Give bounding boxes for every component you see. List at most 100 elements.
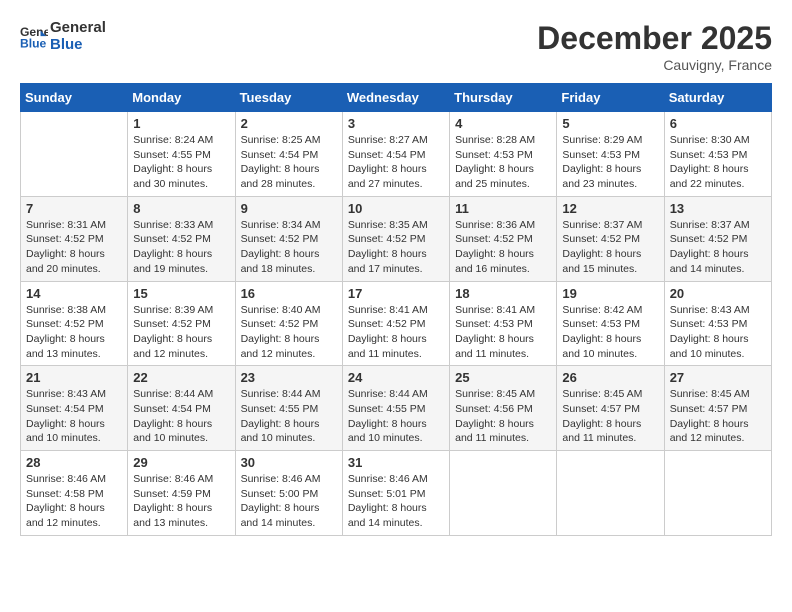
day-number: 14	[26, 286, 122, 301]
day-number: 9	[241, 201, 337, 216]
day-info: Sunrise: 8:34 AMSunset: 4:52 PMDaylight:…	[241, 218, 337, 277]
calendar-cell: 15Sunrise: 8:39 AMSunset: 4:52 PMDayligh…	[128, 281, 235, 366]
week-row-3: 14Sunrise: 8:38 AMSunset: 4:52 PMDayligh…	[21, 281, 772, 366]
day-info: Sunrise: 8:45 AMSunset: 4:57 PMDaylight:…	[562, 387, 658, 446]
day-info: Sunrise: 8:30 AMSunset: 4:53 PMDaylight:…	[670, 133, 766, 192]
col-header-monday: Monday	[128, 84, 235, 112]
day-info: Sunrise: 8:46 AMSunset: 5:01 PMDaylight:…	[348, 472, 444, 531]
calendar-cell: 19Sunrise: 8:42 AMSunset: 4:53 PMDayligh…	[557, 281, 664, 366]
week-row-4: 21 Sunrise: 8:43 AMSunset: 4:54 PMDayligh…	[21, 366, 772, 451]
calendar-cell	[664, 451, 771, 536]
calendar-table: SundayMondayTuesdayWednesdayThursdayFrid…	[20, 83, 772, 536]
day-number: 23	[241, 370, 337, 385]
day-info: Sunrise: 8:46 AMSunset: 4:58 PMDaylight:…	[26, 472, 122, 531]
day-number: 3	[348, 116, 444, 131]
day-number: 20	[670, 286, 766, 301]
col-header-tuesday: Tuesday	[235, 84, 342, 112]
calendar-cell: 11 Sunrise: 8:36 AMSunset: 4:52 PMDayligh…	[450, 196, 557, 281]
calendar-cell	[557, 451, 664, 536]
calendar-cell	[21, 112, 128, 197]
logo: General Blue General Blue	[20, 20, 106, 53]
day-number: 6	[670, 116, 766, 131]
day-number: 15	[133, 286, 229, 301]
day-info: Sunrise: 8:27 AMSunset: 4:54 PMDaylight:…	[348, 133, 444, 192]
day-number: 31	[348, 455, 444, 470]
calendar-cell: 18 Sunrise: 8:41 AMSunset: 4:53 PMDayligh…	[450, 281, 557, 366]
calendar-cell: 25Sunrise: 8:45 AMSunset: 4:56 PMDayligh…	[450, 366, 557, 451]
day-number: 13	[670, 201, 766, 216]
day-info: Sunrise: 8:44 AMSunset: 4:55 PMDaylight:…	[348, 387, 444, 446]
day-info: Sunrise: 8:25 AMSunset: 4:54 PMDaylight:…	[241, 133, 337, 192]
calendar-cell: 14Sunrise: 8:38 AMSunset: 4:52 PMDayligh…	[21, 281, 128, 366]
col-header-thursday: Thursday	[450, 84, 557, 112]
day-info: Sunrise: 8:40 AMSunset: 4:52 PMDaylight:…	[241, 303, 337, 362]
calendar-cell: 26 Sunrise: 8:45 AMSunset: 4:57 PMDayligh…	[557, 366, 664, 451]
day-info: Sunrise: 8:45 AMSunset: 4:56 PMDaylight:…	[455, 387, 551, 446]
col-header-wednesday: Wednesday	[342, 84, 449, 112]
day-number: 7	[26, 201, 122, 216]
calendar-cell: 30Sunrise: 8:46 AMSunset: 5:00 PMDayligh…	[235, 451, 342, 536]
day-number: 5	[562, 116, 658, 131]
calendar-cell: 5Sunrise: 8:29 AMSunset: 4:53 PMDaylight…	[557, 112, 664, 197]
week-row-2: 7 Sunrise: 8:31 AMSunset: 4:52 PMDaylight…	[21, 196, 772, 281]
day-number: 26	[562, 370, 658, 385]
day-number: 11	[455, 201, 551, 216]
day-number: 22	[133, 370, 229, 385]
calendar-cell	[450, 451, 557, 536]
calendar-cell: 31 Sunrise: 8:46 AMSunset: 5:01 PMDayligh…	[342, 451, 449, 536]
calendar-cell: 3 Sunrise: 8:27 AMSunset: 4:54 PMDaylight…	[342, 112, 449, 197]
day-info: Sunrise: 8:37 AMSunset: 4:52 PMDaylight:…	[670, 218, 766, 277]
day-number: 24	[348, 370, 444, 385]
calendar-cell: 8 Sunrise: 8:33 AMSunset: 4:52 PMDaylight…	[128, 196, 235, 281]
calendar-cell: 6 Sunrise: 8:30 AMSunset: 4:53 PMDaylight…	[664, 112, 771, 197]
calendar-cell: 28 Sunrise: 8:46 AMSunset: 4:58 PMDayligh…	[21, 451, 128, 536]
col-header-friday: Friday	[557, 84, 664, 112]
calendar-cell: 21 Sunrise: 8:43 AMSunset: 4:54 PMDayligh…	[21, 366, 128, 451]
day-number: 10	[348, 201, 444, 216]
calendar-cell: 29Sunrise: 8:46 AMSunset: 4:59 PMDayligh…	[128, 451, 235, 536]
calendar-cell: 22Sunrise: 8:44 AMSunset: 4:54 PMDayligh…	[128, 366, 235, 451]
calendar-cell: 13 Sunrise: 8:37 AMSunset: 4:52 PMDayligh…	[664, 196, 771, 281]
day-number: 19	[562, 286, 658, 301]
day-info: Sunrise: 8:36 AMSunset: 4:52 PMDaylight:…	[455, 218, 551, 277]
day-number: 27	[670, 370, 766, 385]
day-info: Sunrise: 8:45 AMSunset: 4:57 PMDaylight:…	[670, 387, 766, 446]
day-info: Sunrise: 8:46 AMSunset: 4:59 PMDaylight:…	[133, 472, 229, 531]
week-row-1: 1Sunrise: 8:24 AMSunset: 4:55 PMDaylight…	[21, 112, 772, 197]
day-number: 30	[241, 455, 337, 470]
day-number: 2	[241, 116, 337, 131]
calendar-cell: 24 Sunrise: 8:44 AMSunset: 4:55 PMDayligh…	[342, 366, 449, 451]
day-info: Sunrise: 8:43 AMSunset: 4:54 PMDaylight:…	[26, 387, 122, 446]
day-info: Sunrise: 8:28 AMSunset: 4:53 PMDaylight:…	[455, 133, 551, 192]
location: Cauvigny, France	[537, 57, 772, 73]
day-info: Sunrise: 8:41 AMSunset: 4:53 PMDaylight:…	[455, 303, 551, 362]
week-row-5: 28 Sunrise: 8:46 AMSunset: 4:58 PMDayligh…	[21, 451, 772, 536]
day-info: Sunrise: 8:31 AMSunset: 4:52 PMDaylight:…	[26, 218, 122, 277]
day-number: 12	[562, 201, 658, 216]
day-number: 21	[26, 370, 122, 385]
calendar-cell: 1Sunrise: 8:24 AMSunset: 4:55 PMDaylight…	[128, 112, 235, 197]
calendar-cell: 17 Sunrise: 8:41 AMSunset: 4:52 PMDayligh…	[342, 281, 449, 366]
day-number: 8	[133, 201, 229, 216]
day-info: Sunrise: 8:35 AMSunset: 4:52 PMDaylight:…	[348, 218, 444, 277]
day-info: Sunrise: 8:41 AMSunset: 4:52 PMDaylight:…	[348, 303, 444, 362]
day-info: Sunrise: 8:24 AMSunset: 4:55 PMDaylight:…	[133, 133, 229, 192]
header-row: SundayMondayTuesdayWednesdayThursdayFrid…	[21, 84, 772, 112]
day-number: 28	[26, 455, 122, 470]
day-number: 17	[348, 286, 444, 301]
month-title: December 2025	[537, 20, 772, 57]
title-block: December 2025 Cauvigny, France	[537, 20, 772, 73]
logo-icon: General Blue	[20, 23, 48, 51]
calendar-cell: 2 Sunrise: 8:25 AMSunset: 4:54 PMDaylight…	[235, 112, 342, 197]
page-header: General Blue General Blue December 2025 …	[20, 20, 772, 73]
calendar-cell: 4Sunrise: 8:28 AMSunset: 4:53 PMDaylight…	[450, 112, 557, 197]
day-info: Sunrise: 8:44 AMSunset: 4:55 PMDaylight:…	[241, 387, 337, 446]
calendar-cell: 12 Sunrise: 8:37 AMSunset: 4:52 PMDayligh…	[557, 196, 664, 281]
calendar-cell: 9 Sunrise: 8:34 AMSunset: 4:52 PMDaylight…	[235, 196, 342, 281]
logo-general: General	[50, 20, 106, 37]
day-info: Sunrise: 8:37 AMSunset: 4:52 PMDaylight:…	[562, 218, 658, 277]
col-header-saturday: Saturday	[664, 84, 771, 112]
day-number: 16	[241, 286, 337, 301]
day-number: 18	[455, 286, 551, 301]
day-info: Sunrise: 8:33 AMSunset: 4:52 PMDaylight:…	[133, 218, 229, 277]
